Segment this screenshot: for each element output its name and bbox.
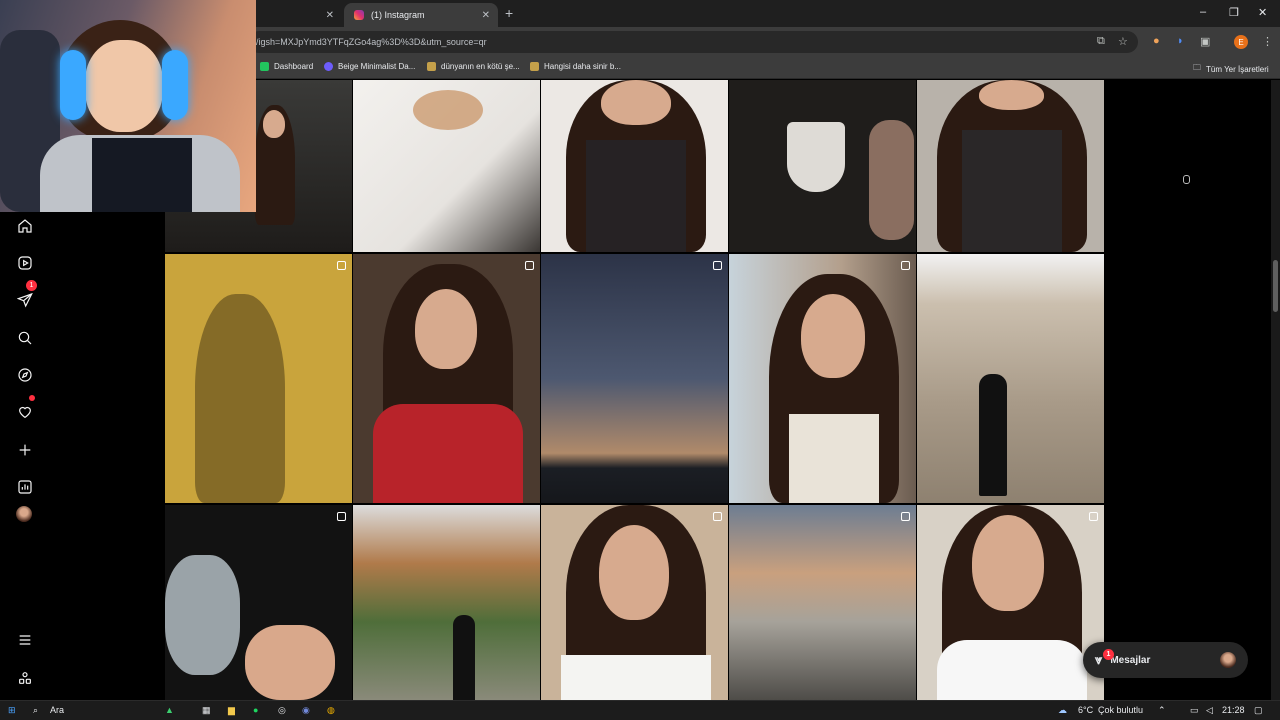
- post-tile[interactable]: [917, 505, 1104, 700]
- spotify-icon[interactable]: ●: [253, 705, 258, 715]
- bookmark-item[interactable]: Dashboard: [260, 62, 313, 71]
- file-explorer-icon[interactable]: ▆: [228, 705, 235, 716]
- post-tile[interactable]: [353, 80, 540, 252]
- menu-icon[interactable]: [15, 630, 35, 650]
- bookmark-label: Beige Minimalist Da...: [338, 62, 416, 71]
- restore-icon[interactable]: ❐: [1229, 6, 1239, 19]
- extensions-puzzle-icon[interactable]: ▣: [1200, 35, 1210, 48]
- volume-icon[interactable]: ◁: [1206, 705, 1213, 716]
- windows-start-icon[interactable]: ⊞: [8, 705, 16, 716]
- create-icon[interactable]: [15, 440, 35, 460]
- bookmark-star-icon[interactable]: ☆: [1118, 35, 1128, 48]
- bookmark-item[interactable]: Hangisi daha sinir b...: [530, 62, 621, 71]
- post-tile[interactable]: [729, 505, 916, 700]
- tray-chevron-icon[interactable]: ⌃: [1158, 705, 1166, 716]
- chrome-icon[interactable]: ◍: [327, 705, 335, 716]
- address-bar[interactable]: /igsh=MXJpYmd3YTFqZGo4ag%3D%3D&utm_sourc…: [248, 31, 1138, 53]
- extension-icon[interactable]: ◗: [1177, 35, 1184, 47]
- weather-desc: Çok bulutlu: [1098, 705, 1144, 715]
- multi-post-icon: [337, 512, 346, 521]
- extension-icon[interactable]: ●: [1153, 35, 1160, 47]
- network-icon[interactable]: ▭: [1190, 705, 1199, 716]
- minimize-icon[interactable]: –: [1200, 6, 1206, 18]
- page-scrollbar-thumb[interactable]: [1273, 260, 1278, 312]
- multi-post-icon: [713, 261, 722, 270]
- tab-title: (1) Instagram: [371, 10, 425, 20]
- close-tab-icon[interactable]: ✕: [326, 10, 334, 21]
- instagram-favicon-icon: [354, 10, 364, 20]
- install-app-icon[interactable]: ⧉: [1097, 35, 1105, 48]
- folder-icon: 🗀: [1193, 63, 1201, 72]
- post-tile[interactable]: [541, 80, 728, 252]
- browser-tab-active[interactable]: (1) Instagram ✕: [344, 3, 498, 27]
- bookmark-favicon-icon: [530, 62, 539, 71]
- cursor-icon: [1183, 175, 1190, 184]
- post-tile[interactable]: [165, 505, 352, 700]
- bookmark-label: Tüm Yer İşaretleri: [1206, 64, 1269, 74]
- home-icon[interactable]: [15, 216, 35, 236]
- post-tile[interactable]: [729, 254, 916, 503]
- reels-icon[interactable]: [15, 253, 35, 273]
- post-tile[interactable]: [353, 254, 540, 503]
- close-tab-icon[interactable]: ✕: [482, 10, 490, 21]
- multi-post-icon: [901, 261, 910, 270]
- multi-post-icon: [1089, 512, 1098, 521]
- bookmark-label: Hangisi daha sinir b...: [544, 62, 621, 71]
- explore-icon[interactable]: [15, 365, 35, 385]
- message-avatar: [1220, 652, 1236, 668]
- page-scrollbar-track: [1271, 80, 1280, 700]
- direct-badge: 1: [26, 280, 37, 291]
- multi-post-icon: [337, 261, 346, 270]
- post-tile[interactable]: [917, 80, 1104, 252]
- webcam-overlay: [0, 0, 256, 212]
- post-tile[interactable]: [165, 254, 352, 503]
- close-window-icon[interactable]: ✕: [1258, 6, 1267, 19]
- notification-center-icon[interactable]: ▢: [1254, 705, 1263, 716]
- all-bookmarks-folder[interactable]: 🗀 Tüm Yer İşaretleri: [1193, 62, 1269, 76]
- heart-icon[interactable]: [15, 402, 35, 422]
- address-text: /igsh=MXJpYmd3YTFqZGo4ag%3D%3D&utm_sourc…: [256, 37, 487, 47]
- search-icon[interactable]: ⌕: [33, 705, 38, 716]
- direct-message-icon: ⩔: [1095, 652, 1103, 667]
- taskbar-search-label[interactable]: Ara: [50, 705, 64, 715]
- direct-message-icon[interactable]: [15, 290, 35, 310]
- bookmark-item[interactable]: dünyanın en kötü şe...: [427, 62, 520, 71]
- notification-dot: [29, 395, 35, 401]
- bookmark-favicon-icon: [427, 62, 436, 71]
- post-tile[interactable]: [541, 505, 728, 700]
- messages-label: Mesajlar: [1110, 654, 1151, 666]
- windows-taskbar: ⊞ ⌕ Ara ▲ ▦ ▆ ● ◎ ◉ ◍ ☁ 6°C Çok bulutlu …: [0, 700, 1280, 720]
- bookmark-label: Dashboard: [274, 62, 314, 71]
- search-icon[interactable]: [15, 328, 35, 348]
- weather-icon: ☁: [1058, 705, 1067, 715]
- browser-menu-icon[interactable]: ⋮: [1262, 35, 1273, 48]
- bookmark-item[interactable]: Beige Minimalist Da...: [324, 62, 415, 71]
- widgets-icon[interactable]: ▲: [165, 705, 174, 715]
- multi-post-icon: [525, 261, 534, 270]
- bookmark-favicon-icon: [260, 62, 269, 71]
- new-tab-button[interactable]: +: [505, 5, 513, 21]
- task-view-icon[interactable]: ▦: [202, 705, 211, 716]
- messages-button[interactable]: ⩔ 1 Mesajlar: [1083, 642, 1248, 678]
- bookmark-label: dünyanın en kötü şe...: [441, 62, 520, 71]
- messages-badge: 1: [1103, 649, 1114, 660]
- app-icon[interactable]: ◎: [278, 705, 286, 716]
- browser-tab[interactable]: ✕: [256, 3, 342, 27]
- clock-time[interactable]: 21:28: [1222, 705, 1245, 715]
- profile-avatar-e[interactable]: E: [1234, 35, 1248, 49]
- weather-temp: 6°C: [1078, 705, 1094, 715]
- threads-icon[interactable]: [15, 668, 35, 688]
- discord-icon[interactable]: ◉: [302, 705, 310, 716]
- post-tile[interactable]: [729, 80, 916, 252]
- post-tile[interactable]: [353, 505, 540, 700]
- post-tile[interactable]: [917, 254, 1104, 503]
- bookmark-favicon-icon: [324, 62, 333, 71]
- multi-post-icon: [713, 512, 722, 521]
- post-tile[interactable]: [541, 254, 728, 503]
- profile-avatar[interactable]: [16, 506, 32, 522]
- dashboard-icon[interactable]: [15, 477, 35, 497]
- multi-post-icon: [901, 512, 910, 521]
